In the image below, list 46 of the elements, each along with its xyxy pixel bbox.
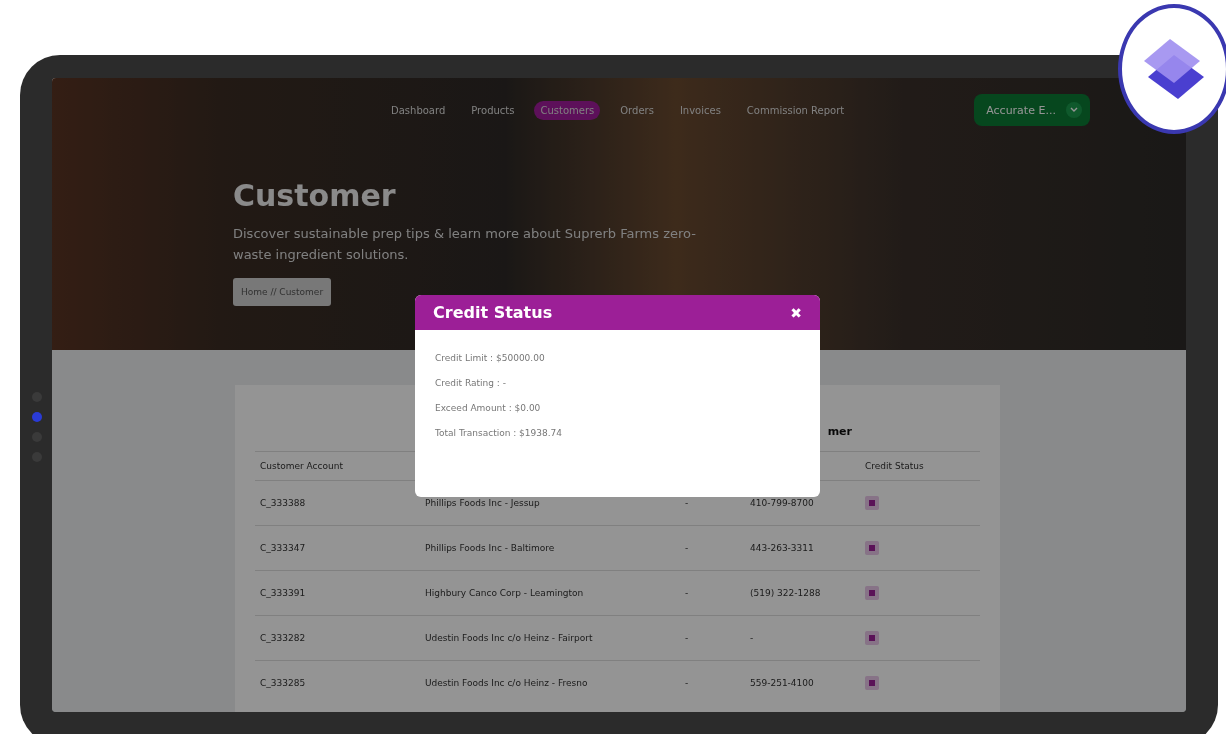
credit-detail: Credit Limit : $50000.00	[435, 353, 546, 363]
table-cell-text: -	[685, 543, 690, 553]
table-cell-text: C_333282	[260, 633, 307, 643]
table-cell-text: Udestin Foods Inc c/o Heinz - Fairport	[425, 633, 594, 643]
table-cell-text: C_333391	[260, 588, 307, 598]
table-cell-text: -	[685, 633, 690, 643]
table-cell-text: Phillips Foods Inc - Jessup	[425, 498, 541, 508]
credit-status-icon[interactable]	[865, 631, 879, 645]
table-cell-text: 559-251-4100	[750, 678, 815, 688]
nav-link[interactable]: Invoices	[673, 100, 727, 120]
close-button[interactable]: ✖	[790, 304, 802, 321]
nav-link[interactable]: Commission Report	[740, 100, 851, 120]
card-title: mer	[827, 425, 852, 440]
account-dropdown[interactable]: Accurate E...	[974, 94, 1090, 126]
credit-detail: Exceed Amount : $0.00	[435, 403, 542, 413]
table-cell-text: Phillips Foods Inc - Baltimore	[425, 543, 556, 553]
table-cell-text: -	[750, 633, 755, 643]
credit-detail: Total Transaction : $1938.74	[435, 428, 564, 438]
table-cell-text: C_333388	[260, 498, 307, 508]
table-cell-text: (519) 322-1288	[750, 588, 822, 598]
table-cell-text: C_333347	[260, 543, 307, 553]
table-cell-text: Udestin Foods Inc c/o Heinz - Fresno	[425, 678, 589, 688]
page-title: Customer	[233, 178, 397, 213]
table-cell-text: -	[685, 588, 690, 598]
credit-status-icon[interactable]	[865, 586, 879, 600]
table-cell-text: -	[685, 498, 690, 508]
table-cell-text: Highbury Canco Corp - Leamington	[425, 588, 585, 598]
column-header: Customer Account	[260, 461, 344, 471]
dialog-title: Credit Status	[433, 303, 553, 322]
credit-status-icon[interactable]	[865, 676, 879, 690]
nav-link[interactable]: Products	[465, 100, 521, 120]
column-header: Credit Status	[865, 461, 925, 471]
credit-status-icon[interactable]	[865, 541, 879, 555]
table-cell-text: 443-263-3311	[750, 543, 815, 553]
pager-dot[interactable]	[32, 412, 42, 422]
breadcrumb[interactable]: Home // Customer	[233, 278, 332, 306]
nav-link[interactable]: Customers	[534, 100, 601, 120]
chevron-icon	[1065, 102, 1082, 118]
nav-link[interactable]: Orders	[614, 100, 660, 120]
nav-link[interactable]: Dashboard	[385, 100, 452, 120]
credit-detail: Credit Rating : -	[435, 378, 507, 388]
credit-status-icon[interactable]	[865, 496, 879, 510]
table-cell-text: C_333285	[260, 678, 307, 688]
page-subtitle: Discover sustainable prep tips & learn more about Suprerb Farms zero-waste ingredient solutions.	[233, 225, 697, 264]
table-cell-text: -	[685, 678, 690, 688]
table-cell-text: 410-799-8700	[750, 498, 815, 508]
